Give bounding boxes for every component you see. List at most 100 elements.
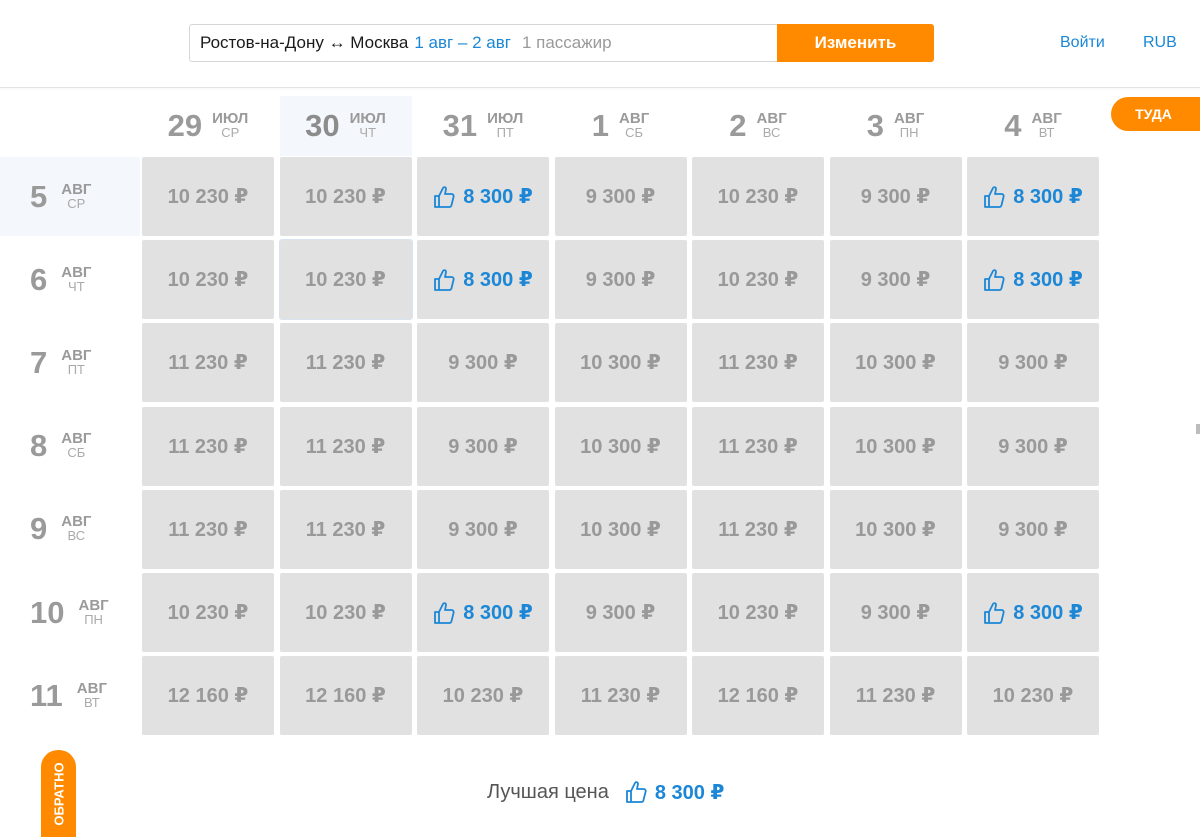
price-cell[interactable]: 11 230 ₽ (142, 489, 274, 569)
row-date-header[interactable]: 5 АВГ СР (0, 157, 140, 236)
tab-there[interactable]: ТУДА (1111, 97, 1200, 131)
price-cell-best[interactable]: 8 300 ₽ (417, 573, 549, 652)
scroll-handle[interactable] (1196, 424, 1200, 434)
price-cell-best[interactable]: 8 300 ₽ (967, 157, 1099, 236)
row-date-header[interactable]: 7 АВГ ПТ (0, 323, 140, 402)
price-cell[interactable]: 10 230 ₽ (692, 157, 824, 236)
date-day: 30 (305, 108, 340, 143)
price-cell[interactable]: 11 230 ₽ (142, 406, 274, 486)
price-cell[interactable]: 11 230 ₽ (692, 323, 824, 403)
price-cell[interactable]: 10 300 ₽ (554, 406, 687, 486)
price-cell[interactable]: 10 300 ₽ (829, 489, 962, 569)
price-cell[interactable]: 9 300 ₽ (967, 406, 1099, 486)
search-summary[interactable]: Ростов-на-Дону ↔ Москва 1 авг – 2 авг 1 … (189, 24, 777, 62)
price-cell-best[interactable]: 8 300 ₽ (967, 240, 1099, 320)
price-cell[interactable]: 10 230 ₽ (279, 573, 412, 652)
row-date-header[interactable]: 10 АВГ ПН (0, 573, 140, 652)
price-cell[interactable]: 11 230 ₽ (279, 489, 412, 569)
price-cell[interactable]: 10 230 ₽ (279, 157, 412, 236)
price-value: 10 230 ₽ (992, 685, 1074, 708)
price-cell[interactable]: 10 300 ₽ (554, 323, 687, 403)
column-date-header[interactable]: 4 АВГ ВТ (967, 96, 1099, 156)
price-cell[interactable]: 10 300 ₽ (829, 323, 962, 403)
date-month: АВГ (756, 110, 787, 127)
price-cell[interactable]: 9 300 ₽ (554, 240, 687, 320)
price-cell[interactable]: 11 230 ₽ (279, 406, 412, 486)
price-cell[interactable]: 10 230 ₽ (142, 157, 274, 236)
row-date-header[interactable]: 8 АВГ СБ (0, 407, 140, 486)
date-day: 10 (30, 594, 65, 630)
price-value: 10 300 ₽ (580, 518, 661, 541)
route-text: Ростов-на-Дону ↔ Москва (200, 33, 409, 52)
price-cell[interactable]: 11 230 ₽ (554, 656, 687, 736)
price-cell[interactable]: 12 160 ₽ (692, 656, 824, 736)
date-day: 3 (866, 108, 885, 143)
column-date-header[interactable]: 2 АВГ ВС (692, 96, 824, 156)
price-cell[interactable]: 9 300 ₽ (417, 323, 549, 403)
column-date-header[interactable]: 30 ИЮЛ ЧТ (279, 96, 412, 156)
price-cell[interactable]: 10 300 ₽ (554, 489, 687, 569)
price-cell[interactable]: 9 300 ₽ (829, 157, 962, 236)
price-cell[interactable]: 12 160 ₽ (279, 656, 412, 736)
price-cell[interactable]: 10 300 ₽ (829, 406, 962, 486)
dates-text[interactable]: 1 авг – 2 авг (414, 33, 511, 53)
row-date-header[interactable]: 11 АВГ ВТ (0, 656, 140, 735)
date-month: АВГ (76, 679, 107, 697)
price-cell[interactable]: 11 230 ₽ (829, 656, 962, 736)
price-value: 9 300 ₽ (998, 435, 1068, 458)
price-cell[interactable]: 12 160 ₽ (142, 656, 274, 736)
price-cell[interactable]: 10 230 ₽ (142, 240, 274, 320)
passengers-text[interactable]: 1 пассажир (522, 33, 612, 53)
column-date-header[interactable]: 1 АВГ СБ (555, 96, 687, 156)
thumbs-up-icon (984, 268, 1005, 291)
price-cell[interactable]: 10 230 ₽ (967, 656, 1099, 736)
price-cell[interactable]: 10 230 ₽ (142, 573, 274, 652)
price-cell[interactable]: 9 300 ₽ (829, 240, 962, 320)
change-button[interactable]: Изменить (777, 24, 934, 62)
price-cell[interactable]: 11 230 ₽ (279, 323, 412, 403)
tab-back[interactable]: ОБРАТНО (41, 750, 76, 837)
column-date-header[interactable]: 31 ИЮЛ ПТ (417, 96, 549, 156)
date-month-block: АВГ СБ (619, 111, 649, 140)
best-price-value: 8 300 ₽ (654, 781, 725, 804)
column-date-header[interactable]: 3 АВГ ПН (830, 96, 962, 156)
price-cell[interactable]: 11 230 ₽ (142, 323, 274, 403)
row-date-header[interactable]: 6 АВГ ЧТ (0, 240, 140, 319)
date-month-block: ИЮЛ ЧТ (350, 111, 386, 140)
price-cell[interactable]: 9 300 ₽ (554, 573, 687, 652)
price-cell[interactable]: 10 230 ₽ (692, 573, 824, 652)
price-cell[interactable]: 10 230 ₽ (278, 239, 413, 321)
thumbs-up-icon (434, 268, 455, 291)
price-cell-best[interactable]: 8 300 ₽ (967, 573, 1099, 652)
price-cell[interactable]: 9 300 ₽ (417, 489, 549, 569)
date-month-block: АВГ ПН (78, 598, 108, 627)
price-value: 8 300 ₽ (463, 269, 533, 292)
price-cell-best[interactable]: 8 300 ₽ (417, 157, 549, 236)
price-cell[interactable]: 9 300 ₽ (829, 573, 962, 652)
price-cell[interactable]: 9 300 ₽ (417, 406, 549, 486)
tab-back-label: ОБРАТНО (51, 761, 66, 826)
date-day: 6 (30, 261, 48, 297)
price-value: 9 300 ₽ (998, 518, 1068, 541)
price-cell[interactable]: 10 230 ₽ (692, 240, 824, 320)
price-cell[interactable]: 11 230 ₽ (692, 406, 824, 486)
login-link[interactable]: Войти (1060, 34, 1105, 52)
price-cell[interactable]: 9 300 ₽ (967, 489, 1099, 569)
date-month-block: АВГ СР (61, 182, 91, 211)
currency-selector[interactable]: RUB (1143, 34, 1177, 52)
date-day: 31 (442, 108, 478, 143)
price-value: 11 230 ₽ (580, 685, 661, 708)
date-month: АВГ (61, 513, 92, 531)
price-cell[interactable]: 10 230 ₽ (417, 656, 549, 736)
date-weekday: СР (221, 125, 240, 140)
price-value: 9 300 ₽ (448, 352, 518, 375)
price-cell[interactable]: 11 230 ₽ (692, 489, 824, 569)
price-cell-best[interactable]: 8 300 ₽ (417, 240, 549, 320)
price-value: 10 230 ₽ (167, 602, 249, 624)
price-value: 11 230 ₽ (305, 435, 386, 458)
price-cell[interactable]: 9 300 ₽ (554, 157, 687, 236)
row-date-header[interactable]: 9 АВГ ВС (0, 490, 140, 569)
price-cell[interactable]: 9 300 ₽ (967, 323, 1099, 403)
column-date-header[interactable]: 29 ИЮЛ СР (142, 96, 274, 156)
price-value: 10 230 ₽ (717, 269, 799, 292)
